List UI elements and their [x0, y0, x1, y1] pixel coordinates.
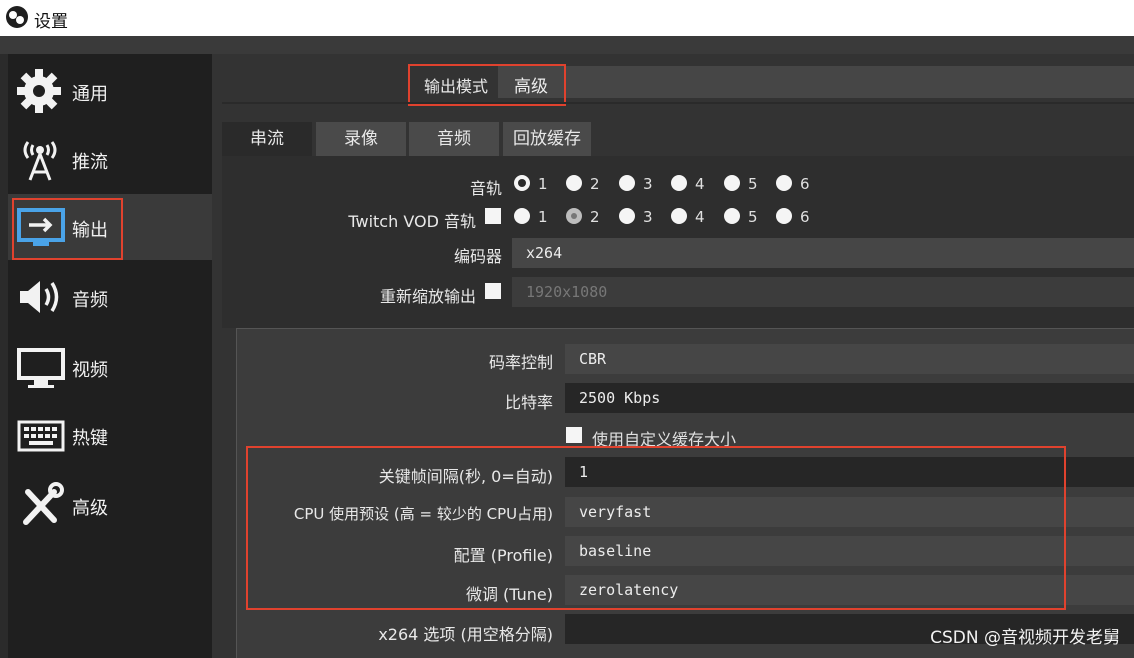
sidebar: 通用 推流 输出 音频 视频 热键 高级	[8, 54, 212, 658]
custom-buffer-checkbox[interactable]	[566, 427, 582, 443]
keyboard-icon	[17, 420, 65, 452]
encoder-select[interactable]: x264	[512, 238, 1134, 268]
bitrate-input[interactable]: 2500 Kbps	[565, 383, 1134, 413]
audio-track-radio-2[interactable]	[566, 175, 582, 191]
encoder-settings-panel	[236, 328, 1134, 658]
broadcast-tower-icon	[23, 141, 57, 181]
twitch-vod-option-label: 4	[695, 208, 705, 226]
sidebar-item-general[interactable]: 通用	[8, 58, 212, 124]
twitch-vod-radio-1[interactable]	[514, 208, 530, 224]
audio-track-option-label: 5	[748, 175, 758, 193]
twitch-vod-option-label: 2	[590, 208, 600, 226]
twitch-vod-radio-6[interactable]	[776, 208, 792, 224]
audio-track-radio-1[interactable]	[514, 175, 530, 191]
profile-select[interactable]: baseline	[565, 536, 1134, 566]
audio-track-label: 音轨	[469, 179, 502, 198]
keyframe-label: 关键帧间隔(秒, 0=自动)	[378, 467, 553, 486]
tab-stream[interactable]: 串流	[222, 122, 312, 156]
audio-track-radio-6[interactable]	[776, 175, 792, 191]
sidebar-item-hotkeys[interactable]: 热键	[8, 402, 212, 468]
audio-track-option-label: 1	[538, 175, 548, 193]
twitch-vod-option-label: 1	[538, 208, 548, 226]
twitch-vod-option-label: 3	[643, 208, 653, 226]
audio-track-option-label: 6	[800, 175, 810, 193]
audio-track-option-label: 4	[695, 175, 705, 193]
keyframe-input[interactable]: 1	[565, 457, 1134, 487]
profile-label: 配置 (Profile)	[453, 546, 553, 565]
sidebar-item-stream[interactable]: 推流	[8, 126, 212, 192]
rescale-checkbox[interactable]	[485, 283, 501, 299]
tune-select[interactable]: zerolatency	[565, 575, 1134, 605]
twitch-vod-radio-2[interactable]	[566, 208, 582, 224]
twitch-vod-option-label: 5	[748, 208, 758, 226]
twitch-vod-radio-3[interactable]	[619, 208, 635, 224]
sidebar-item-label: 热键	[72, 428, 108, 449]
twitch-vod-radio-5[interactable]	[724, 208, 740, 224]
rate-control-label: 码率控制	[488, 353, 553, 372]
sidebar-item-label: 推流	[72, 152, 108, 173]
sidebar-item-output[interactable]: 输出	[8, 194, 212, 260]
twitch-vod-label: Twitch VOD 音轨	[348, 212, 476, 231]
twitch-vod-option-label: 6	[800, 208, 810, 226]
encoder-label: 编码器	[453, 247, 502, 266]
cpu-preset-select[interactable]: veryfast	[565, 497, 1134, 527]
twitch-vod-checkbox[interactable]	[485, 208, 501, 224]
rate-control-select[interactable]: CBR	[565, 344, 1134, 374]
title-bar: 设置	[0, 0, 1134, 36]
output-mode-select[interactable]: 高级	[498, 66, 1134, 98]
tab-audio[interactable]: 音频	[409, 122, 499, 156]
output-monitor-icon	[17, 208, 65, 246]
obs-logo-icon	[6, 6, 28, 28]
tab-recording[interactable]: 录像	[316, 122, 406, 156]
audio-track-radio-4[interactable]	[671, 175, 687, 191]
output-mode-value: 高级	[514, 77, 548, 97]
tools-icon	[23, 482, 64, 525]
sidebar-item-label: 输出	[72, 220, 108, 241]
output-mode-label: 输出模式	[423, 77, 488, 96]
bitrate-label: 比特率	[504, 393, 553, 412]
custom-buffer-label: 使用自定义缓存大小	[592, 430, 737, 449]
sidebar-item-label: 视频	[72, 360, 108, 381]
gear-icon	[17, 69, 61, 113]
audio-track-radio-3[interactable]	[619, 175, 635, 191]
sidebar-item-label: 音频	[72, 290, 108, 311]
twitch-vod-radio-4[interactable]	[671, 208, 687, 224]
window-title: 设置	[34, 12, 68, 32]
tune-label: 微调 (Tune)	[465, 585, 553, 604]
audio-track-option-label: 2	[590, 175, 600, 193]
rescale-resolution-select[interactable]: 1920x1080	[512, 277, 1134, 307]
speaker-icon	[20, 281, 59, 313]
sidebar-item-advanced[interactable]: 高级	[8, 472, 212, 538]
x264-options-label: x264 选项 (用空格分隔)	[378, 625, 553, 644]
sidebar-item-audio[interactable]: 音频	[8, 264, 212, 330]
top-band	[0, 36, 1134, 54]
cpu-preset-label: CPU 使用预设 (高 = 较少的 CPU占用)	[293, 505, 553, 523]
watermark: CSDN @音视频开发老舅	[930, 628, 1120, 648]
tab-replay-buffer[interactable]: 回放缓存	[503, 122, 591, 156]
sidebar-item-label: 高级	[72, 498, 108, 519]
monitor-icon	[17, 348, 65, 388]
audio-track-option-label: 3	[643, 175, 653, 193]
audio-track-radio-5[interactable]	[724, 175, 740, 191]
rescale-label: 重新缩放输出	[379, 287, 476, 306]
sidebar-item-video[interactable]: 视频	[8, 334, 212, 400]
tab-divider	[222, 102, 1134, 104]
sidebar-item-label: 通用	[72, 84, 108, 105]
